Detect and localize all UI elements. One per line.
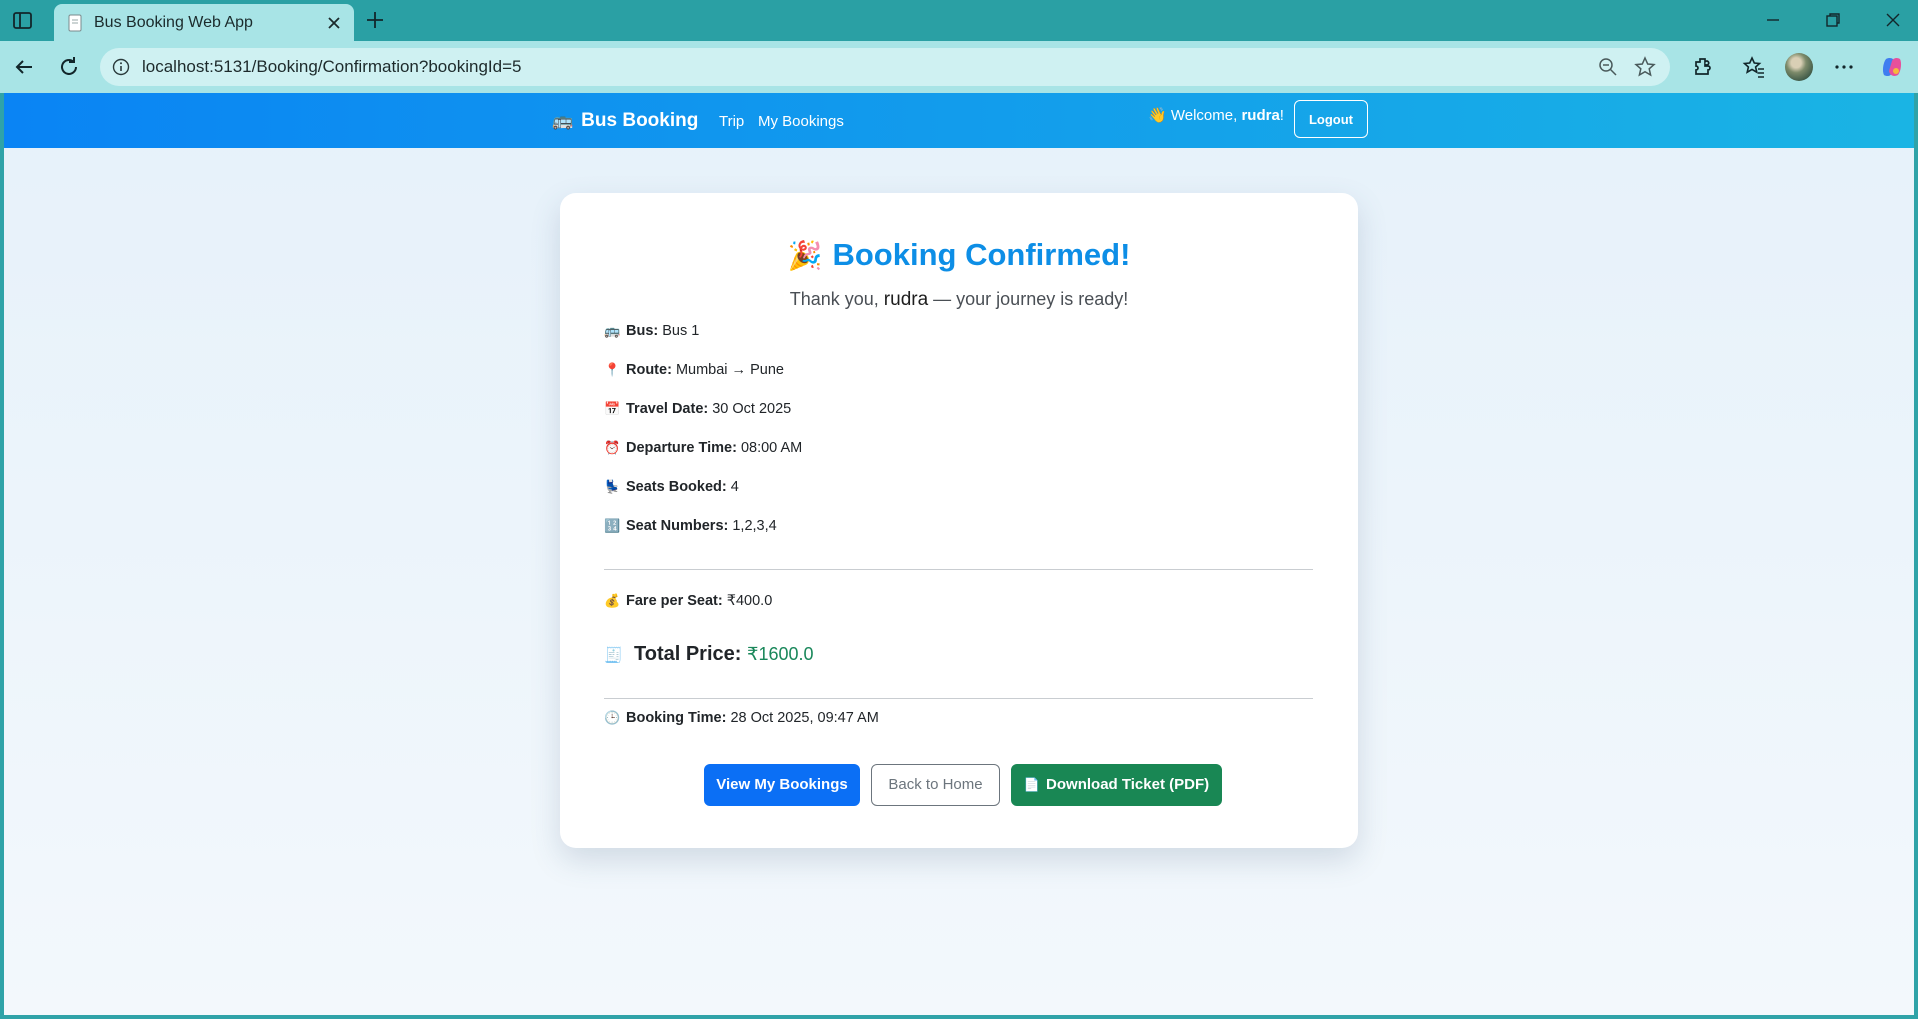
divider <box>604 569 1313 570</box>
browser-tab-strip: Bus Booking Web App <box>0 0 1918 41</box>
subtitle-suffix: — your journey is ready! <box>928 289 1129 309</box>
back-to-home-button[interactable]: Back to Home <box>871 764 1000 806</box>
welcome-suffix: ! <box>1279 107 1284 124</box>
total-value: ₹1600.0 <box>747 644 814 664</box>
alarm-clock-icon: ⏰ <box>604 440 621 455</box>
clock-icon: 🕒 <box>604 710 621 725</box>
nav-link-my-bookings[interactable]: My Bookings <box>758 113 844 130</box>
address-bar[interactable]: localhost:5131/Booking/Confirmation?book… <box>100 48 1670 86</box>
bus-icon: 🚌 <box>552 111 574 130</box>
detail-value: 1,2,3,4 <box>728 518 777 534</box>
detail-departure-time: ⏰ Departure Time: 08:00 AM <box>604 440 802 456</box>
detail-label: Travel Date: <box>626 401 709 417</box>
favorite-star-icon[interactable] <box>1634 56 1656 78</box>
detail-value: 30 Oct 2025 <box>708 401 792 417</box>
favorites-icon[interactable] <box>1742 55 1766 79</box>
back-arrow-icon[interactable] <box>12 55 36 79</box>
extensions-icon[interactable] <box>1691 55 1715 79</box>
view-my-bookings-button[interactable]: View My Bookings <box>704 764 860 806</box>
fare-value: ₹400.0 <box>722 593 773 609</box>
welcome-prefix: Welcome, <box>1170 107 1242 124</box>
close-window-icon[interactable] <box>1882 9 1904 31</box>
calendar-icon: 📅 <box>604 401 621 416</box>
site-navbar: 🚌 Bus Booking Trip My Bookings 👋 Welcome,… <box>4 93 1914 148</box>
detail-label: Bus: <box>626 323 659 339</box>
title-text: Booking Confirmed! <box>832 237 1131 272</box>
booking-time-label: Booking Time: <box>626 710 727 726</box>
brand-text: Bus Booking <box>581 110 699 131</box>
receipt-icon: 🧾 <box>604 647 623 664</box>
detail-seats-booked: 💺 Seats Booked: 4 <box>604 479 739 495</box>
restore-icon[interactable] <box>1822 9 1844 31</box>
detail-label: Departure Time: <box>626 440 737 456</box>
page-viewport: 🚌 Bus Booking Trip My Bookings 👋 Welcome,… <box>4 93 1914 1015</box>
detail-label: Seat Numbers: <box>626 518 729 534</box>
reload-icon[interactable] <box>57 55 81 79</box>
browser-tab-active[interactable]: Bus Booking Web App <box>54 4 354 41</box>
document-icon: 📄 <box>1023 777 1041 792</box>
money-bag-icon: 💰 <box>604 593 621 608</box>
minimize-icon[interactable] <box>1762 9 1784 31</box>
detail-label: Seats Booked: <box>626 479 727 495</box>
party-popper-icon: 🎉 <box>787 240 823 271</box>
seat-icon: 💺 <box>604 479 621 494</box>
detail-travel-date: 📅 Travel Date: 30 Oct 2025 <box>604 401 791 417</box>
detail-bus: 🚌 Bus: Bus 1 <box>604 323 699 339</box>
site-info-icon[interactable] <box>112 58 130 76</box>
more-options-icon[interactable] <box>1832 55 1856 79</box>
subtitle-name: rudra <box>883 289 929 310</box>
detail-value: Mumbai → Pune <box>671 362 784 378</box>
detail-label: Route: <box>626 362 672 378</box>
download-ticket-button[interactable]: 📄 Download Ticket (PDF) <box>1011 764 1222 806</box>
page-favicon-icon <box>68 14 82 32</box>
fare-per-seat: 💰 Fare per Seat: ₹400.0 <box>604 593 772 609</box>
subtitle-prefix: Thank you, <box>789 289 884 309</box>
logout-button[interactable]: Logout <box>1294 100 1368 138</box>
total-label: Total Price: <box>634 643 742 665</box>
booking-time: 🕒 Booking Time: 28 Oct 2025, 09:47 AM <box>604 710 879 726</box>
divider <box>604 698 1313 699</box>
detail-value: 4 <box>726 479 739 495</box>
nav-link-trip[interactable]: Trip <box>719 113 744 130</box>
browser-toolbar: localhost:5131/Booking/Confirmation?book… <box>0 41 1918 93</box>
welcome-message: 👋 Welcome, rudra! <box>1148 106 1284 124</box>
download-ticket-label: Download Ticket (PDF) <box>1046 776 1210 793</box>
tab-title: Bus Booking Web App <box>94 14 253 31</box>
detail-route: 📍 Route: Mumbai → Pune <box>604 362 784 378</box>
tab-actions-icon[interactable] <box>12 10 34 32</box>
map-pin-icon: 📍 <box>604 362 621 377</box>
confirmation-subtitle: Thank you, rudra — your journey is ready… <box>560 289 1358 311</box>
wave-icon: 👋 <box>1148 107 1167 124</box>
page-title: 🎉 Booking Confirmed! <box>560 237 1358 273</box>
brand-link[interactable]: 🚌 Bus Booking <box>552 110 698 132</box>
copilot-icon[interactable] <box>1880 55 1904 79</box>
detail-value: 08:00 AM <box>736 440 803 456</box>
new-tab-icon[interactable] <box>364 9 386 31</box>
profile-avatar[interactable] <box>1785 53 1813 81</box>
zoom-out-icon[interactable] <box>1598 57 1618 77</box>
total-price: 🧾 Total Price: ₹1600.0 <box>604 643 814 666</box>
confirmation-card: 🎉 Booking Confirmed! Thank you, rudra — y… <box>560 193 1358 848</box>
detail-value: Bus 1 <box>658 323 700 339</box>
welcome-username: rudra <box>1241 107 1280 124</box>
numbers-icon: 🔢 <box>604 518 621 533</box>
detail-seat-numbers: 🔢 Seat Numbers: 1,2,3,4 <box>604 518 777 534</box>
bus-icon: 🚌 <box>604 323 621 338</box>
booking-time-value: 28 Oct 2025, 09:47 AM <box>726 710 879 726</box>
url-text[interactable]: localhost:5131/Booking/Confirmation?book… <box>142 57 521 77</box>
close-tab-icon[interactable] <box>324 13 344 33</box>
fare-label: Fare per Seat: <box>626 593 723 609</box>
